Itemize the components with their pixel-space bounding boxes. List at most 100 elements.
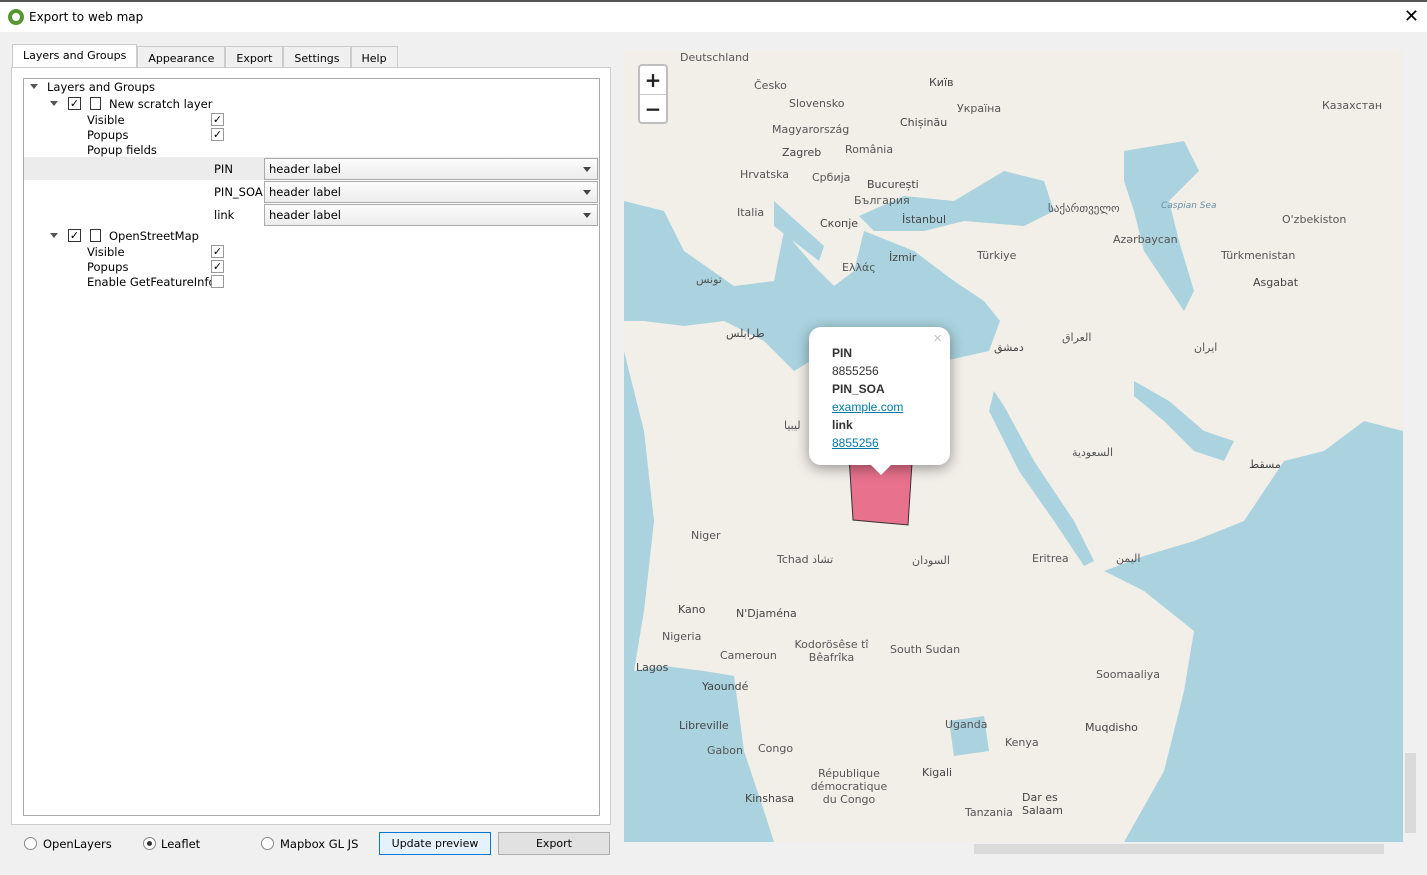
tab-appearance[interactable]: Appearance bbox=[137, 46, 226, 68]
layer-checkbox[interactable]: ✓ bbox=[68, 229, 81, 242]
openlayers-radio[interactable] bbox=[24, 837, 37, 850]
map-horizontal-scrollbar[interactable] bbox=[616, 842, 1403, 856]
collapse-arrow-icon[interactable] bbox=[30, 84, 38, 89]
map-label: საქართველო bbox=[1048, 202, 1120, 215]
leaflet-radio[interactable] bbox=[143, 837, 156, 850]
chevron-down-icon bbox=[583, 213, 591, 218]
collapse-arrow-icon[interactable] bbox=[50, 233, 58, 238]
collapse-arrow-icon[interactable] bbox=[50, 101, 58, 106]
layer-file-icon bbox=[90, 229, 101, 242]
openlayers-label: OpenLayers bbox=[43, 837, 112, 851]
field-label-select[interactable]: header label bbox=[264, 181, 598, 203]
map-label: România bbox=[845, 143, 894, 156]
select-value: header label bbox=[269, 162, 341, 176]
visible-checkbox[interactable]: ✓ bbox=[211, 113, 224, 126]
map-preview[interactable]: Deutschland Česko Київ Slovensko Україна… bbox=[624, 51, 1403, 842]
chevron-down-icon bbox=[583, 167, 591, 172]
map-label: București bbox=[867, 178, 919, 191]
zoom-out-button[interactable]: − bbox=[640, 94, 666, 122]
map-label: Gabon bbox=[707, 744, 743, 757]
map-label: ليبيا bbox=[784, 419, 801, 432]
map-label: Kinshasa bbox=[745, 792, 795, 805]
popups-checkbox[interactable]: ✓ bbox=[211, 260, 224, 273]
layers-panel: Layers and Groups ✓ New scratch layer Vi… bbox=[11, 67, 611, 825]
map-label: Congo bbox=[758, 742, 794, 755]
map-label: South Sudan bbox=[890, 643, 961, 656]
map-label: Niger bbox=[691, 529, 721, 542]
map-label: مسقط bbox=[1249, 458, 1281, 471]
popup-field-link[interactable]: 8855256 bbox=[832, 434, 950, 452]
map-label: Muqdisho bbox=[1085, 721, 1138, 734]
map-vertical-scrollbar[interactable] bbox=[1403, 43, 1418, 842]
map-label: Türkiye bbox=[977, 249, 1017, 262]
select-value: header label bbox=[269, 185, 341, 199]
field-name: PIN bbox=[214, 162, 233, 176]
scrollbar-thumb[interactable] bbox=[974, 844, 1384, 854]
map-label: Lagos bbox=[636, 661, 669, 674]
map-label: Chișinău bbox=[900, 116, 948, 129]
map-label: O'zbekiston bbox=[1282, 213, 1347, 226]
update-preview-button[interactable]: Update preview bbox=[379, 832, 491, 855]
map-zoom-control: + − bbox=[638, 64, 668, 124]
layer-checkbox[interactable]: ✓ bbox=[68, 97, 81, 110]
visible-checkbox[interactable]: ✓ bbox=[211, 245, 224, 258]
popup-field-label: link bbox=[832, 418, 853, 432]
caspian-sea bbox=[1124, 141, 1199, 311]
popup-field-link[interactable]: example.com bbox=[832, 398, 950, 416]
map-label: Київ bbox=[929, 76, 954, 89]
map-label: Eritrea bbox=[1032, 552, 1069, 565]
map-label: Србија bbox=[812, 171, 851, 184]
layer-name: OpenStreetMap bbox=[109, 229, 199, 243]
getfeatureinfo-checkbox[interactable] bbox=[211, 275, 224, 288]
mapbox-label: Mapbox GL JS bbox=[280, 837, 359, 851]
map-label: Türkmenistan bbox=[1221, 249, 1296, 262]
leaflet-label: Leaflet bbox=[161, 837, 201, 851]
tab-settings[interactable]: Settings bbox=[283, 46, 351, 68]
map-label: Казахстан bbox=[1322, 99, 1383, 112]
map-label: السودان bbox=[912, 554, 950, 567]
layer-file-icon bbox=[90, 97, 101, 110]
map-label: العراق bbox=[1062, 331, 1092, 344]
indian-ocean bbox=[1104, 421, 1403, 842]
popup-fields-label: Popup fields bbox=[87, 143, 157, 157]
map-label: İzmir bbox=[889, 251, 917, 264]
map-label: تونس bbox=[696, 273, 722, 286]
export-button[interactable]: Export bbox=[498, 832, 610, 855]
tree-root: Layers and Groups bbox=[47, 80, 156, 94]
map-label: République démocratique du Congo bbox=[810, 767, 888, 806]
map-label: Hrvatska bbox=[740, 168, 790, 181]
map-label: Italia bbox=[737, 206, 765, 219]
popups-checkbox[interactable]: ✓ bbox=[211, 128, 224, 141]
map-label: Cameroun bbox=[720, 649, 777, 662]
close-icon[interactable]: ✕ bbox=[1404, 6, 1419, 27]
map-label: Slovensko bbox=[789, 97, 845, 110]
map-label: السعودية bbox=[1072, 446, 1114, 459]
map-label: Dar es Salaam bbox=[1022, 791, 1063, 817]
map-label: България bbox=[854, 194, 910, 207]
tab-export[interactable]: Export bbox=[225, 46, 284, 68]
map-label: Kenya bbox=[1005, 736, 1039, 749]
map-label: Kodorösêse tî Bêafrîka bbox=[794, 638, 869, 664]
feature-popup: × PIN 8855256 PIN_SOA example.com link 8… bbox=[809, 327, 950, 475]
map-label: Deutschland bbox=[680, 51, 750, 64]
map-label: Nigeria bbox=[662, 630, 702, 643]
map-label: ایران bbox=[1194, 341, 1218, 354]
red-sea bbox=[989, 391, 1094, 566]
popup-close-icon[interactable]: × bbox=[933, 330, 942, 348]
map-label: دمشق bbox=[994, 341, 1024, 354]
map-label: Caspian Sea bbox=[1161, 201, 1217, 211]
mapbox-radio[interactable] bbox=[261, 837, 274, 850]
zoom-in-button[interactable]: + bbox=[640, 66, 666, 94]
tab-help[interactable]: Help bbox=[350, 46, 398, 68]
field-label-select[interactable]: header label bbox=[264, 204, 598, 226]
map-label: Tchad تشاد bbox=[777, 553, 834, 566]
popups-label: Popups bbox=[87, 128, 129, 142]
map-label: Azərbaycan bbox=[1113, 233, 1178, 246]
map-label: İstanbul bbox=[902, 213, 947, 226]
map-label: Україна bbox=[957, 102, 1002, 115]
scrollbar-thumb[interactable] bbox=[1405, 753, 1416, 833]
tab-layers-and-groups[interactable]: Layers and Groups bbox=[12, 44, 138, 69]
layer-tree: Layers and Groups ✓ New scratch layer Vi… bbox=[23, 78, 600, 816]
persian-gulf bbox=[1134, 381, 1234, 461]
field-label-select[interactable]: header label bbox=[264, 158, 598, 180]
